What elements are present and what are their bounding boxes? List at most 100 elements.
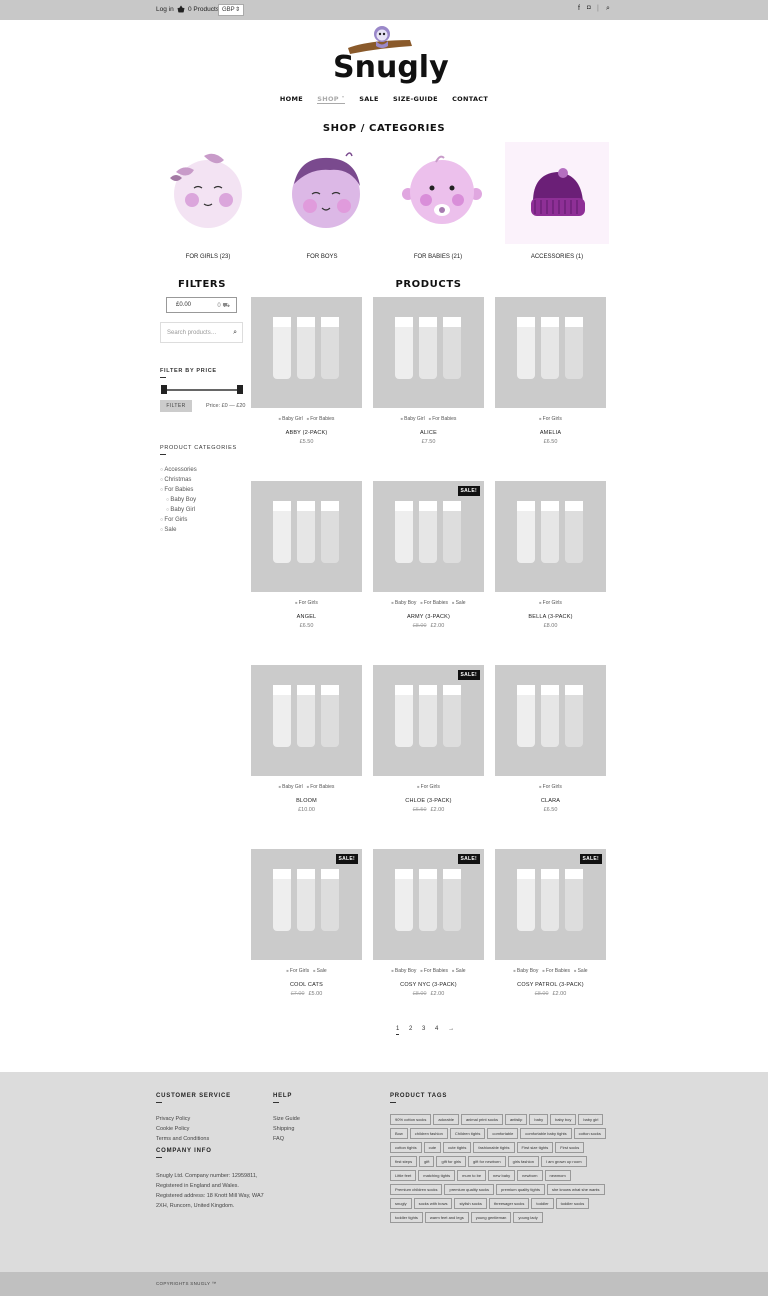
tag-link[interactable]: gift for girls bbox=[436, 1156, 467, 1167]
nav-sale[interactable]: SALE bbox=[359, 95, 379, 103]
tag-link[interactable]: First size tights bbox=[516, 1142, 554, 1153]
product-name[interactable]: ANGEL bbox=[251, 614, 362, 620]
nav-shop[interactable]: SHOP ˅ bbox=[317, 95, 345, 104]
product-name[interactable]: ARMY (3-PACK) bbox=[373, 614, 484, 620]
product-name[interactable]: COSY NYC (3-PACK) bbox=[373, 982, 484, 988]
category-for-girls[interactable]: FOR GIRLS (23) bbox=[156, 142, 260, 260]
product-tag[interactable]: For Girls bbox=[295, 600, 318, 606]
product-tag[interactable]: Sale bbox=[574, 968, 588, 974]
product-tag[interactable]: Sale bbox=[452, 600, 466, 606]
product-image[interactable] bbox=[495, 665, 606, 776]
cookie-policy-link[interactable]: Cookie Policy bbox=[156, 1124, 209, 1134]
nav-contact[interactable]: CONTACT bbox=[452, 95, 488, 103]
product-image[interactable]: SALE! bbox=[373, 481, 484, 592]
tag-link[interactable]: new baby bbox=[488, 1170, 516, 1181]
product-image[interactable]: SALE! bbox=[251, 849, 362, 960]
slider-handle-min[interactable] bbox=[161, 385, 167, 394]
product-image[interactable] bbox=[251, 481, 362, 592]
product-image[interactable]: SALE! bbox=[373, 665, 484, 776]
product-image[interactable]: SALE! bbox=[373, 849, 484, 960]
tag-link[interactable]: gift for newborn bbox=[468, 1156, 506, 1167]
product-image[interactable] bbox=[251, 665, 362, 776]
tag-link[interactable]: newmom bbox=[544, 1170, 571, 1181]
mini-cart[interactable]: £0.00 0 ⛟ bbox=[166, 297, 237, 313]
product-tag[interactable]: For Babies bbox=[542, 968, 570, 974]
page-link[interactable]: 2 bbox=[409, 1026, 412, 1032]
tag-link[interactable]: cotton tights bbox=[390, 1142, 422, 1153]
tag-link[interactable]: toddler socks bbox=[555, 1198, 590, 1209]
product-tag[interactable]: For Babies bbox=[420, 968, 448, 974]
facebook-icon[interactable]: f bbox=[578, 5, 580, 12]
tag-link[interactable]: children fashion bbox=[409, 1128, 448, 1139]
tag-link[interactable]: threesager socks bbox=[488, 1198, 530, 1209]
price-slider[interactable] bbox=[161, 385, 243, 394]
product-tag[interactable]: For Girls bbox=[539, 784, 562, 790]
tag-link[interactable]: gift bbox=[419, 1156, 435, 1167]
product-name[interactable]: AMELIA bbox=[495, 430, 606, 436]
tag-link[interactable]: 90% cotton socks bbox=[390, 1114, 432, 1125]
product-tag[interactable]: Baby Boy bbox=[391, 968, 416, 974]
category-accessories[interactable]: ACCESSORIES (1) bbox=[505, 142, 609, 260]
product-card[interactable]: SALE! Baby Boy For Babies Sale ARMY (3-PAC… bbox=[373, 481, 484, 629]
search-icon[interactable]: ⌕ bbox=[233, 329, 237, 337]
tag-link[interactable]: girls fashion bbox=[507, 1156, 539, 1167]
product-card[interactable]: For Girls CLARA £6.50 bbox=[495, 665, 606, 813]
category-label[interactable]: ACCESSORIES (1) bbox=[505, 254, 609, 260]
tag-link[interactable]: stylish socks bbox=[454, 1198, 487, 1209]
product-card[interactable]: SALE! For Girls Sale COOL CATS £7.00£5.00 bbox=[251, 849, 362, 997]
product-card[interactable]: SALE! Baby Boy For Babies Sale COSY NYC (3… bbox=[373, 849, 484, 997]
product-tag[interactable]: For Babies bbox=[420, 600, 448, 606]
product-image[interactable] bbox=[251, 297, 362, 408]
product-name[interactable]: COOL CATS bbox=[251, 982, 362, 988]
category-for-babies[interactable]: FOR BABIES (21) bbox=[386, 142, 490, 260]
tag-link[interactable]: cotton socks bbox=[573, 1128, 606, 1139]
product-card[interactable]: For Girls AMELIA £6.50 bbox=[495, 297, 606, 445]
search-icon[interactable]: ⌕ bbox=[606, 5, 610, 13]
tag-link[interactable]: baby girl bbox=[578, 1114, 604, 1125]
tag-link[interactable]: baby boy bbox=[550, 1114, 577, 1125]
nav-home[interactable]: HOME bbox=[280, 95, 303, 103]
category-link[interactable]: Accessories bbox=[160, 465, 196, 475]
tag-link[interactable]: matching tights bbox=[418, 1170, 456, 1181]
tag-link[interactable]: Children tights bbox=[449, 1128, 486, 1139]
product-card[interactable]: For Girls BELLA (3-PACK) £8.00 bbox=[495, 481, 606, 629]
page-link[interactable]: 1 bbox=[396, 1026, 400, 1035]
product-tag[interactable]: Baby Girl bbox=[279, 416, 303, 422]
slider-handle-max[interactable] bbox=[237, 385, 243, 394]
filter-button[interactable]: FILTER bbox=[160, 400, 192, 412]
currency-select[interactable]: GBP ⇕ bbox=[218, 4, 244, 16]
product-tag[interactable]: For Babies bbox=[307, 416, 335, 422]
tag-link[interactable]: socks with bows bbox=[413, 1198, 453, 1209]
tag-link[interactable]: toddler bbox=[531, 1198, 554, 1209]
product-tag[interactable]: For Girls bbox=[286, 968, 309, 974]
tag-link[interactable]: mum to be bbox=[457, 1170, 487, 1181]
tag-link[interactable]: animal print socks bbox=[460, 1114, 503, 1125]
search-input[interactable]: Search products… bbox=[167, 330, 217, 336]
shipping-link[interactable]: Shipping bbox=[273, 1124, 300, 1134]
page-link[interactable]: 4 bbox=[435, 1026, 438, 1032]
product-name[interactable]: COSY PATROL (3-PACK) bbox=[495, 982, 606, 988]
product-tag[interactable]: For Girls bbox=[417, 784, 440, 790]
tag-link[interactable]: fashionable tights bbox=[473, 1142, 515, 1153]
product-card[interactable]: SALE! Baby Boy For Babies Sale COSY PATROL… bbox=[495, 849, 606, 997]
category-link[interactable]: For Girls bbox=[160, 515, 197, 525]
product-name[interactable]: ABBY (2-PACK) bbox=[251, 430, 362, 436]
tag-link[interactable]: baby bbox=[529, 1114, 549, 1125]
faq-link[interactable]: FAQ bbox=[273, 1134, 300, 1144]
size-guide-link[interactable]: Size Guide bbox=[273, 1114, 300, 1124]
tag-link[interactable]: young lady bbox=[513, 1212, 543, 1223]
product-search[interactable]: Search products… ⌕ bbox=[160, 322, 243, 343]
category-label[interactable]: FOR BOYS bbox=[270, 254, 374, 260]
tag-link[interactable]: comfortable bbox=[487, 1128, 519, 1139]
category-label[interactable]: FOR GIRLS (23) bbox=[156, 254, 260, 260]
product-tag[interactable]: Baby Girl bbox=[279, 784, 303, 790]
tag-link[interactable]: I am grown up room bbox=[540, 1156, 587, 1167]
product-card[interactable]: For Girls ANGEL £6.50 bbox=[251, 481, 362, 629]
tag-link[interactable]: newborn bbox=[517, 1170, 543, 1181]
product-image[interactable]: SALE! bbox=[495, 849, 606, 960]
product-tag[interactable]: Sale bbox=[452, 968, 466, 974]
tag-link[interactable]: young gentleman bbox=[470, 1212, 512, 1223]
product-card[interactable]: Baby Girl For Babies ALICE £7.50 bbox=[373, 297, 484, 445]
product-tag[interactable]: Baby Boy bbox=[513, 968, 538, 974]
product-name[interactable]: BLOOM bbox=[251, 798, 362, 804]
